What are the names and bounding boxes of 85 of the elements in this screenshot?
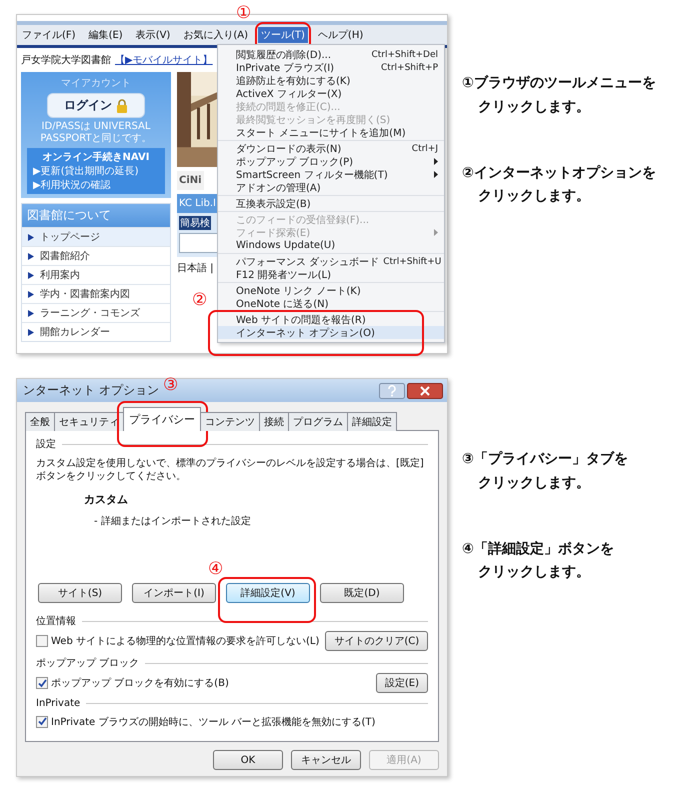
step-instruction: ①ブラウザのツールメニューを クリックします。 [462,74,657,117]
dialog-button[interactable]: サイト(S) [38,583,122,603]
triangle-icon [28,290,34,298]
menu-item[interactable]: OneNote リンク ノート(K) [218,284,444,297]
checkbox-label: InPrivate ブラウズの開始時に、ツール バーと拡張機能を無効にする(T) [51,716,376,728]
dialog-button[interactable]: 設定(E) [376,673,428,693]
menu-item[interactable]: Web サイトの問題を報告(R) [218,313,444,326]
privacy-level: カスタム [84,492,129,507]
section-title: 位置情報 [36,614,76,628]
menu-bar-item[interactable]: ファイル(F) [19,27,79,43]
navi-link[interactable]: ▶更新(貸出期間の延長) [33,164,159,178]
triangle-icon [28,272,34,278]
shortcut-text: Ctrl+Shift+P [381,62,438,72]
tab[interactable]: プライバシー [123,407,201,431]
section-title: InPrivate [36,698,80,709]
nav-item[interactable]: トップページ [22,227,170,246]
navi-link[interactable]: ▶利用状況の確認 [33,178,159,192]
checkbox[interactable] [36,716,48,728]
menu-item[interactable]: OneNote に送る(N) [218,297,444,310]
step-instruction: ③「プライバシー」タブを クリックします。 [462,450,629,493]
menu-item[interactable]: パフォーマンス ダッシュボード Ctrl+Shift+U [218,255,444,268]
menu-item[interactable]: InPrivate ブラウズ(I) Ctrl+Shift+P [218,61,444,74]
menu-item[interactable]: スタート メニューにサイトを追加(M) [218,126,444,139]
menu-bar-item[interactable]: ツール(T) [258,27,308,43]
menu-item[interactable]: 閲覧履歴の削除(D)... Ctrl+Shift+Del [218,48,444,61]
menu-item[interactable]: 追跡防止を有効にする(K) [218,74,444,87]
menu-bar-item[interactable]: お気に入り(A) [180,27,251,43]
help-icon[interactable] [379,382,405,398]
checkbox[interactable] [36,635,48,647]
dialog-button[interactable]: キャンセル [291,750,361,770]
tab[interactable]: コンテンツ [200,412,260,431]
navi-title: オンライン手続きNAVI [42,150,150,164]
lock-icon [116,98,128,112]
dialog-button[interactable]: インポート(I) [132,583,216,603]
menu-item[interactable]: SmartScreen フィルター機能(T) [218,168,444,181]
step-instruction: ④「詳細設定」ボタンを クリックします。 [462,540,615,582]
section-title: 設定 [36,438,56,451]
login-button[interactable]: ログイン [47,93,145,118]
menu-bar-item[interactable]: 編集(E) [86,27,126,43]
step-number: ③ [163,377,178,394]
description-text: カスタム設定を使用しないで、標準のプライバシーのレベルを設定する場合は、[既定] ボタンをクリックしてください。 [36,458,425,483]
menu-item[interactable]: F12 開発者ツール(L) [218,268,444,281]
triangle-icon [28,234,34,240]
tab[interactable]: 詳細設定 [347,412,397,431]
menu-bar-item[interactable]: 表示(V) [132,27,174,43]
step-number: ② [192,292,208,309]
dialog-button[interactable]: 詳細設定(V) [226,583,310,603]
checkbox[interactable] [36,677,48,689]
step-instruction: ②インターネットオプションを クリックします。 [462,164,657,206]
menu-bar-item[interactable]: ヘルプ(H) [314,27,366,43]
menu-item[interactable]: ActiveX フィルター(X) [218,87,444,100]
account-note: ID/PASSは UNIVERSAL PASSPORTと同じです。 [39,121,153,145]
shortcut-text: Ctrl+Shift+Del [371,50,438,60]
triangle-icon [28,252,34,260]
menu-item[interactable]: Windows Update(U) [218,239,444,252]
checkbox-label: ポップアップ ブロックを有効にする(B) [51,676,229,690]
menu-item[interactable]: ダウンロードの表示(N) Ctrl+J [218,142,444,155]
dialog-button[interactable]: サイトのクリア(C) [325,631,428,651]
shortcut-text: Ctrl+Shift+U [383,256,442,266]
menu-item[interactable]: 互換表示設定(B) [218,197,444,210]
dialog-button[interactable]: 既定(D) [320,583,404,603]
dialog-button[interactable]: OK [213,750,283,770]
menu-item[interactable]: ポップアップ ブロック(P) [218,155,444,168]
triangle-icon [28,328,34,336]
step-number: ④ [208,561,224,578]
section-title: ポップアップ ブロック [36,656,140,670]
mobile-site-link[interactable]: 【▶モバイルサイト】 [115,53,213,67]
tab[interactable]: CiNi [177,171,204,190]
search-label: 簡易検 [179,216,211,230]
triangle-icon [28,310,34,316]
close-icon[interactable] [407,382,443,398]
tab[interactable]: セキュリティ [54,412,124,431]
menu-item[interactable]: アドオンの管理(A) [218,181,444,194]
privacy-level-note: - 詳細またはインポートされた設定 [94,514,252,528]
menu-item[interactable]: インターネット オプション(O) [218,326,444,339]
shortcut-text: Ctrl+J [412,144,438,154]
checkbox-label: Web サイトによる物理的な位置情報の要求を許可しない(L) [51,634,320,648]
site-title: 戸女学院大学図書館 [21,54,111,67]
nav-header: 図書館について [22,204,170,227]
step-number: ① [236,5,252,22]
window-title: ンターネット オプション [23,382,159,399]
account-title: マイアカウント [61,77,131,90]
tab[interactable]: 接続 [259,412,289,431]
tab[interactable]: 全般 [25,412,55,431]
tab[interactable]: プログラム [288,412,348,431]
